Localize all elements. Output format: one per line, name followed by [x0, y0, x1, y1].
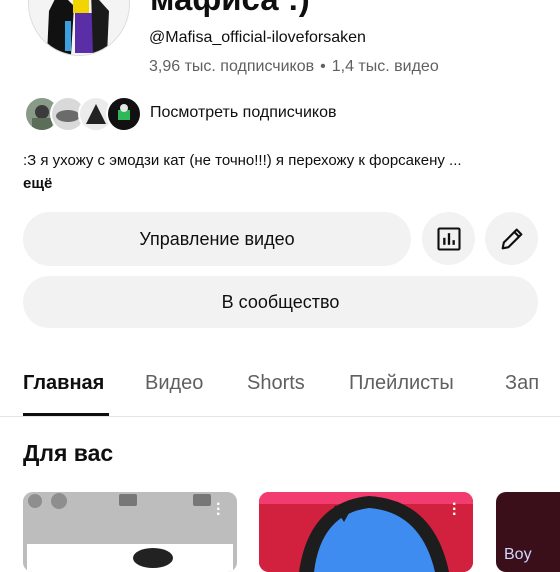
- channel-name: мафиса :): [150, 0, 310, 18]
- thumbnail-image: [259, 492, 473, 572]
- channel-stats: 3,96 тыс. подписчиков • 1,4 тыс. видео: [149, 58, 439, 76]
- manage-videos-label: Управление видео: [139, 228, 295, 249]
- active-tab-indicator: [23, 413, 109, 416]
- community-label: В сообщество: [221, 291, 340, 312]
- description-more-link[interactable]: ещё: [23, 175, 52, 192]
- edit-channel-button[interactable]: [485, 212, 538, 265]
- thumbnail-image: [23, 492, 237, 572]
- view-subscribers-row[interactable]: Посмотреть подписчиков: [24, 96, 424, 132]
- video-count: 1,4 тыс. видео: [331, 58, 439, 75]
- edit-pencil-icon: [501, 228, 522, 249]
- analytics-icon: [436, 226, 461, 251]
- channel-avatar[interactable]: [28, 0, 130, 56]
- subscriber-avatar: [106, 96, 142, 132]
- channel-tabs: Главная Видео Shorts Плейлисты Зап: [0, 362, 560, 417]
- subscriber-count: 3,96 тыс. подписчиков: [149, 58, 315, 75]
- avatar-art: [29, 0, 129, 55]
- channel-handle: @Mafisa_official-iloveforsaken: [149, 29, 366, 46]
- manage-videos-button[interactable]: Управление видео: [23, 212, 411, 266]
- tab-videos[interactable]: Видео: [145, 372, 203, 395]
- channel-description[interactable]: :З я ухожу с эмодзи кат (не точно!!!) я …: [23, 152, 543, 169]
- section-title: Для вас: [23, 440, 114, 466]
- tab-more-cropped[interactable]: Зап: [505, 372, 539, 395]
- subscriber-avatar-image: [118, 104, 130, 120]
- more-vert-icon[interactable]: · · ·: [216, 497, 221, 523]
- stats-separator: •: [320, 58, 326, 75]
- video-thumbnail-cropped[interactable]: Boy: [496, 492, 560, 572]
- view-subscribers-link[interactable]: Посмотреть подписчиков: [150, 104, 336, 122]
- more-vert-icon[interactable]: · · ·: [452, 497, 457, 523]
- thumbnail-text: Boy: [504, 546, 532, 563]
- tab-playlists[interactable]: Плейлисты: [349, 372, 454, 395]
- community-button[interactable]: В сообщество: [23, 276, 538, 328]
- video-thumbnail[interactable]: · · ·: [23, 492, 237, 572]
- analytics-button[interactable]: [422, 212, 475, 265]
- video-thumbnail[interactable]: · · ·: [259, 492, 473, 572]
- tab-home[interactable]: Главная: [23, 372, 104, 395]
- tab-shorts[interactable]: Shorts: [247, 372, 305, 395]
